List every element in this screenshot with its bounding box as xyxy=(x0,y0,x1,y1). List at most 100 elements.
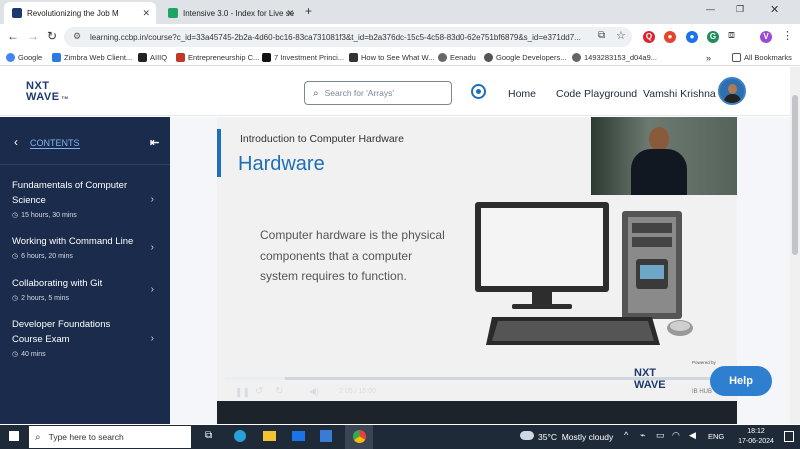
section-duration: 2 hours, 5 mins xyxy=(21,294,69,302)
close-window-icon[interactable]: ✕ xyxy=(770,3,779,16)
sidebar-section[interactable]: Fundamentals of Computer Science ◷ 15 hou… xyxy=(12,178,162,219)
close-tab-icon[interactable]: ✕ xyxy=(142,8,150,19)
more-bookmarks-icon[interactable]: » xyxy=(706,53,711,63)
browser-toolbar: ← → ↻ ⚙ learning.ccbp.in/course?c_id=33a… xyxy=(0,24,800,50)
search-input[interactable]: ⌕ Search for 'Arrays' xyxy=(304,81,452,105)
chevron-right-icon: › xyxy=(150,242,154,253)
volume-tray-icon[interactable]: ◀ xyxy=(689,430,696,441)
bookmark-label: Google Developers... xyxy=(496,53,567,62)
entrepreneurship-icon xyxy=(176,53,185,62)
volume-icon[interactable]: ◀) xyxy=(309,386,319,397)
forward-skip-icon[interactable]: ↻ xyxy=(275,386,283,397)
extension-blue-icon[interactable]: ● xyxy=(686,31,698,43)
show-hidden-icons-icon[interactable]: ^ xyxy=(624,430,628,440)
extensions-puzzle-icon[interactable]: ⧈ xyxy=(728,29,735,42)
bookmark-label: Zimbra Web Client... xyxy=(64,53,133,62)
article-icon xyxy=(349,53,358,62)
user-name[interactable]: Vamshi Krishna xyxy=(643,88,716,100)
taskbar-search-placeholder: Type here to search xyxy=(48,432,124,442)
course-sidebar: ‹ CONTENTS ⇤ Fundamentals of Computer Sc… xyxy=(0,117,170,424)
rewind-icon[interactable]: ↺ xyxy=(255,386,263,397)
user-avatar[interactable] xyxy=(718,77,746,105)
bookmark-item[interactable]: 7 Investment Princi... xyxy=(262,53,344,62)
back-icon[interactable]: ← xyxy=(6,29,20,43)
file-explorer-icon[interactable] xyxy=(263,431,276,441)
windows-start-icon[interactable] xyxy=(9,431,19,441)
profile-avatar-icon[interactable]: V xyxy=(760,31,772,43)
new-tab-button[interactable]: + xyxy=(305,4,312,18)
chrome-taskbar-item[interactable] xyxy=(345,425,373,449)
taskbar-search-input[interactable]: ⌕ Type here to search xyxy=(29,426,191,448)
clock[interactable]: 18:12 17-06-2024 xyxy=(736,427,776,447)
bookmark-label: All Bookmarks xyxy=(744,53,792,62)
weather-text[interactable]: 35°C Mostly cloudy xyxy=(538,432,613,442)
bookmark-item[interactable]: AIIIQ xyxy=(138,53,167,62)
extension-record-icon[interactable]: ● xyxy=(664,31,676,43)
mail-icon[interactable] xyxy=(292,431,305,441)
nav-home-link[interactable]: Home xyxy=(508,88,536,100)
wifi-icon[interactable]: ◠ xyxy=(672,430,680,441)
task-view-icon[interactable]: ⧉ xyxy=(205,430,212,441)
minimize-icon[interactable]: — xyxy=(706,4,715,14)
logo-text-bottom: WAVE xyxy=(26,91,60,103)
address-bar[interactable]: ⚙ learning.ccbp.in/course?c_id=33a45745-… xyxy=(64,27,632,47)
extension-q-icon[interactable]: Q xyxy=(643,31,655,43)
bookmark-item[interactable]: Eenadu xyxy=(438,53,476,62)
extension-grammarly-icon[interactable]: G xyxy=(707,31,719,43)
streak-icon[interactable] xyxy=(471,84,486,99)
bookmark-item[interactable]: Google Developers... xyxy=(484,53,566,62)
bookmark-item[interactable]: Entrepreneurship C... xyxy=(176,53,259,62)
store-icon[interactable] xyxy=(320,430,332,442)
presenter-webcam xyxy=(591,117,737,195)
notifications-icon[interactable] xyxy=(784,431,794,442)
browser-tab[interactable]: Intensive 3.0 - Index for Live se ✕ xyxy=(160,2,300,24)
logo-trademark: TM xyxy=(61,95,69,100)
nxtwave-favicon-icon xyxy=(12,8,22,18)
page-scrollbar[interactable] xyxy=(790,67,800,424)
back-chevron-icon[interactable]: ‹ xyxy=(14,135,18,149)
bookmark-item[interactable]: How to See What W... xyxy=(349,53,434,62)
bookmark-item[interactable]: Zimbra Web Client... xyxy=(52,53,132,62)
video-progress-track[interactable] xyxy=(225,377,729,380)
install-app-icon[interactable]: ⧉ xyxy=(598,30,605,41)
help-button[interactable]: Help xyxy=(710,366,772,396)
clock-icon: ◷ xyxy=(12,212,19,219)
browser-tab[interactable]: Revolutionizing the Job M ✕ xyxy=(4,2,156,24)
main-content: Introduction to Computer Hardware Hardwa… xyxy=(170,117,790,424)
edge-icon[interactable] xyxy=(234,430,246,442)
sidebar-section[interactable]: Collaborating with Git ◷ 2 hours, 5 mins … xyxy=(12,276,162,302)
contents-header: ‹ CONTENTS ⇤ xyxy=(0,117,170,165)
battery-icon[interactable]: ▭ xyxy=(656,430,665,441)
browser-menu-icon[interactable]: ⋮ xyxy=(782,29,793,42)
globe-icon xyxy=(572,53,581,62)
bookmark-star-icon[interactable]: ☆ xyxy=(616,29,626,42)
aiiiq-icon xyxy=(138,53,147,62)
collapse-sidebar-icon[interactable]: ⇤ xyxy=(150,136,159,149)
nav-code-playground-link[interactable]: Code Playground xyxy=(556,88,637,100)
video-player[interactable]: Introduction to Computer Hardware Hardwa… xyxy=(217,117,737,424)
nxtwave-logo[interactable]: NXT WAVE TM xyxy=(26,81,68,103)
play-icon[interactable]: ❚❚ xyxy=(235,387,250,398)
all-bookmarks-folder[interactable]: All Bookmarks xyxy=(732,53,792,62)
bookmark-item[interactable]: Google xyxy=(6,53,42,62)
contents-heading[interactable]: CONTENTS xyxy=(30,138,80,149)
language-indicator[interactable]: ENG xyxy=(708,432,724,441)
network-icon[interactable]: ⌁ xyxy=(640,430,645,441)
scrollbar-thumb[interactable] xyxy=(792,95,798,255)
bookmark-item[interactable]: 1493283153_d04a9... xyxy=(572,53,657,62)
close-tab-icon[interactable]: ✕ xyxy=(286,8,294,19)
forward-icon[interactable]: → xyxy=(26,29,40,43)
reload-icon[interactable]: ↻ xyxy=(45,29,59,43)
cpu-tower-icon xyxy=(622,211,682,319)
sheets-favicon-icon xyxy=(168,8,178,18)
site-info-icon[interactable]: ⚙ xyxy=(73,31,81,42)
chevron-right-icon: › xyxy=(150,194,154,205)
maximize-icon[interactable]: ❐ xyxy=(736,4,744,15)
sidebar-section[interactable]: Developer Foundations Course Exam ◷ 40 mi… xyxy=(12,317,162,358)
section-title: Working with Command Line xyxy=(12,236,134,247)
video-body-text: Computer hardware is the physical compon… xyxy=(260,228,445,283)
bookmark-label: Eenadu xyxy=(450,53,476,62)
clock-icon: ◷ xyxy=(12,253,19,260)
sidebar-section[interactable]: Working with Command Line ◷ 6 hours, 20 m… xyxy=(12,234,162,260)
weather-cloud-icon xyxy=(520,431,534,440)
